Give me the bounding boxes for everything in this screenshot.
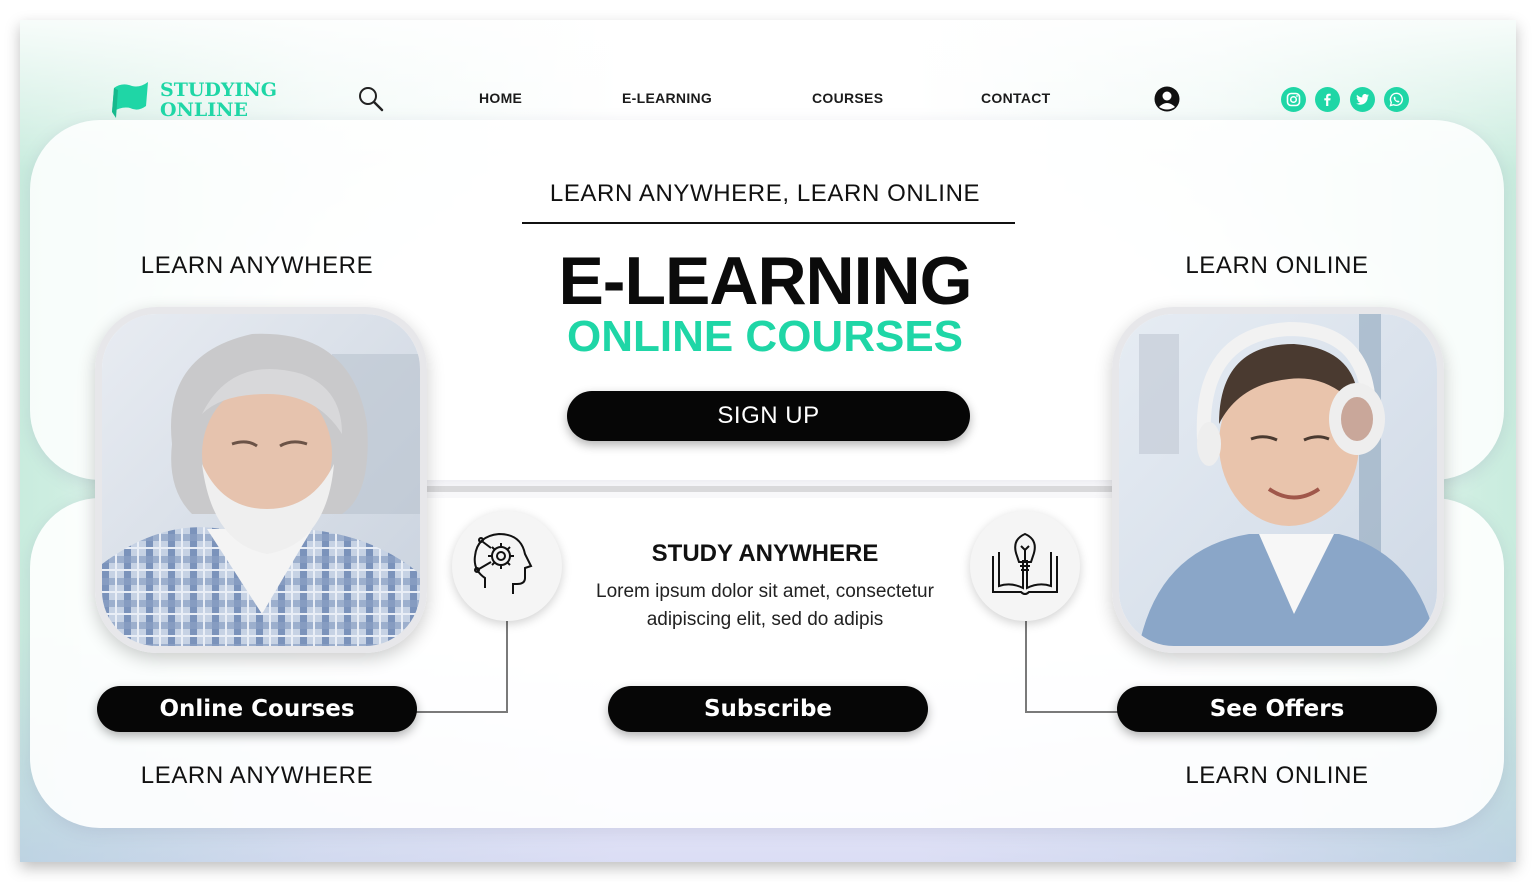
logo-mark-icon xyxy=(112,82,148,118)
left-top-label: LEARN ANYWHERE xyxy=(140,252,374,279)
left-bottom-label: LEARN ANYWHERE xyxy=(140,762,374,789)
study-body-line-1: Lorem ipsum dolor sit amet, consectetur xyxy=(596,581,934,602)
study-body-line-2: adipiscing elit, sed do adipis xyxy=(646,609,884,630)
connector-left-horizontal xyxy=(416,711,508,713)
whatsapp-icon[interactable] xyxy=(1384,87,1409,112)
connector-left-vertical xyxy=(506,621,508,713)
nav-contact[interactable]: CONTACT xyxy=(981,90,1051,106)
student-photo-older-man xyxy=(95,307,427,653)
hero-subtitle: ONLINE COURSES xyxy=(566,312,964,361)
user-circle-icon[interactable] xyxy=(1154,86,1180,117)
nav-e-learning[interactable]: E-LEARNING xyxy=(622,90,712,106)
online-courses-button[interactable]: Online Courses xyxy=(97,686,417,732)
right-top-label: LEARN ONLINE xyxy=(1185,252,1369,279)
study-anywhere-body: Lorem ipsum dolor sit amet, consectetur … xyxy=(565,578,965,634)
nav-courses[interactable]: COURSES xyxy=(812,90,883,106)
head-gear-icon xyxy=(452,511,562,621)
section-divider xyxy=(420,486,1120,492)
search-icon[interactable] xyxy=(358,86,384,117)
instagram-icon[interactable] xyxy=(1281,87,1306,112)
brand-logo[interactable]: STUDYING ONLINE xyxy=(110,78,277,122)
tagline-underline xyxy=(522,222,1015,224)
book-lightbulb-icon xyxy=(970,511,1080,621)
hero-title: E-LEARNING xyxy=(558,243,972,319)
right-bottom-label: LEARN ONLINE xyxy=(1185,762,1369,789)
hero-tagline: LEARN ANYWHERE, LEARN ONLINE xyxy=(549,180,981,207)
nav-home[interactable]: HOME xyxy=(479,90,522,106)
study-anywhere-title: STUDY ANYWHERE xyxy=(651,540,879,567)
connector-right-vertical xyxy=(1025,621,1027,713)
landing-page: STUDYING ONLINE HOME E-LEARNING COURSES … xyxy=(20,20,1516,862)
brand-line-2: ONLINE xyxy=(160,99,249,121)
brand-line-1: STUDYING xyxy=(160,79,277,101)
connector-right-horizontal xyxy=(1025,711,1119,713)
see-offers-button[interactable]: See Offers xyxy=(1117,686,1437,732)
facebook-icon[interactable] xyxy=(1315,87,1340,112)
twitter-icon[interactable] xyxy=(1350,87,1375,112)
brand-name: STUDYING ONLINE xyxy=(160,80,277,120)
student-photo-young-man xyxy=(1112,307,1444,653)
sign-up-button[interactable]: SIGN UP xyxy=(567,391,970,441)
subscribe-button[interactable]: Subscribe xyxy=(608,686,928,732)
